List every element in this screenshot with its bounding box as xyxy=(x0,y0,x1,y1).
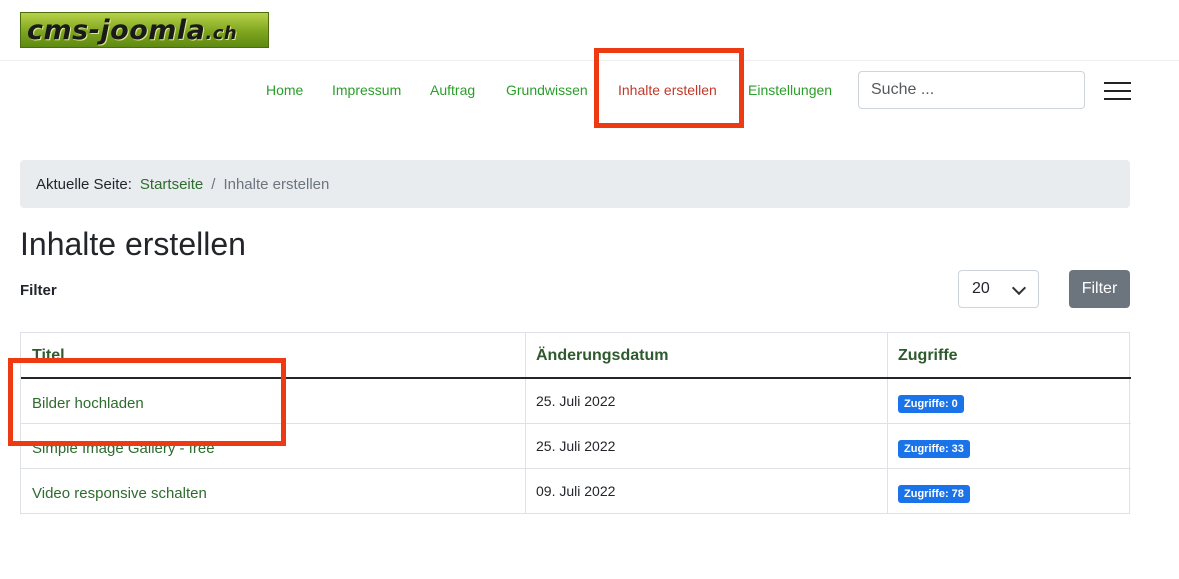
page-title: Inhalte erstellen xyxy=(20,226,246,262)
breadcrumb-home-link[interactable]: Startseite xyxy=(140,176,203,193)
articles-table: Titel Änderungsdatum Zugriffe Bilder hoc… xyxy=(20,332,1131,514)
logo-text: cms-joomla xyxy=(27,14,206,46)
search-input[interactable] xyxy=(858,71,1085,109)
nav-item-inhalte-erstellen[interactable]: Inhalte erstellen xyxy=(618,80,717,100)
logo-tld: .ch xyxy=(205,22,238,44)
filter-label: Filter xyxy=(20,282,57,299)
article-date: 25. Juli 2022 xyxy=(536,438,616,454)
list-limit-value: 20 xyxy=(972,280,990,297)
chevron-down-icon xyxy=(1011,280,1027,296)
column-header-title[interactable]: Titel xyxy=(32,347,65,365)
breadcrumb-label: Aktuelle Seite: xyxy=(36,175,132,193)
filter-button[interactable]: Filter xyxy=(1069,270,1130,308)
hamburger-menu-icon[interactable] xyxy=(1104,81,1131,101)
nav-item-grundwissen[interactable]: Grundwissen xyxy=(506,80,588,100)
article-date: 25. Juli 2022 xyxy=(536,393,616,409)
breadcrumb-current: Inhalte erstellen xyxy=(223,175,330,193)
column-header-hits[interactable]: Zugriffe xyxy=(898,347,958,365)
nav-item-einstellungen[interactable]: Einstellungen xyxy=(748,80,832,100)
article-title-link[interactable]: Simple Image Gallery - free xyxy=(32,440,215,457)
nav-item-auftrag[interactable]: Auftrag xyxy=(430,80,475,100)
article-title-link[interactable]: Bilder hochladen xyxy=(32,395,144,412)
site-logo[interactable]: cms-joomla.ch xyxy=(20,12,269,48)
article-date: 09. Juli 2022 xyxy=(536,483,616,499)
nav-item-impressum[interactable]: Impressum xyxy=(332,80,401,100)
nav-item-home[interactable]: Home xyxy=(266,80,303,100)
column-header-date[interactable]: Änderungsdatum xyxy=(536,347,668,365)
hits-badge: Zugriffe: 0 xyxy=(898,395,964,413)
article-title-link[interactable]: Video responsive schalten xyxy=(32,485,207,502)
hits-badge: Zugriffe: 78 xyxy=(898,485,970,503)
breadcrumb: Aktuelle Seite: Startseite / Inhalte ers… xyxy=(20,160,1130,208)
hits-badge: Zugriffe: 33 xyxy=(898,440,970,458)
list-limit-select[interactable]: 20 xyxy=(958,270,1039,308)
breadcrumb-separator: / xyxy=(211,175,216,193)
